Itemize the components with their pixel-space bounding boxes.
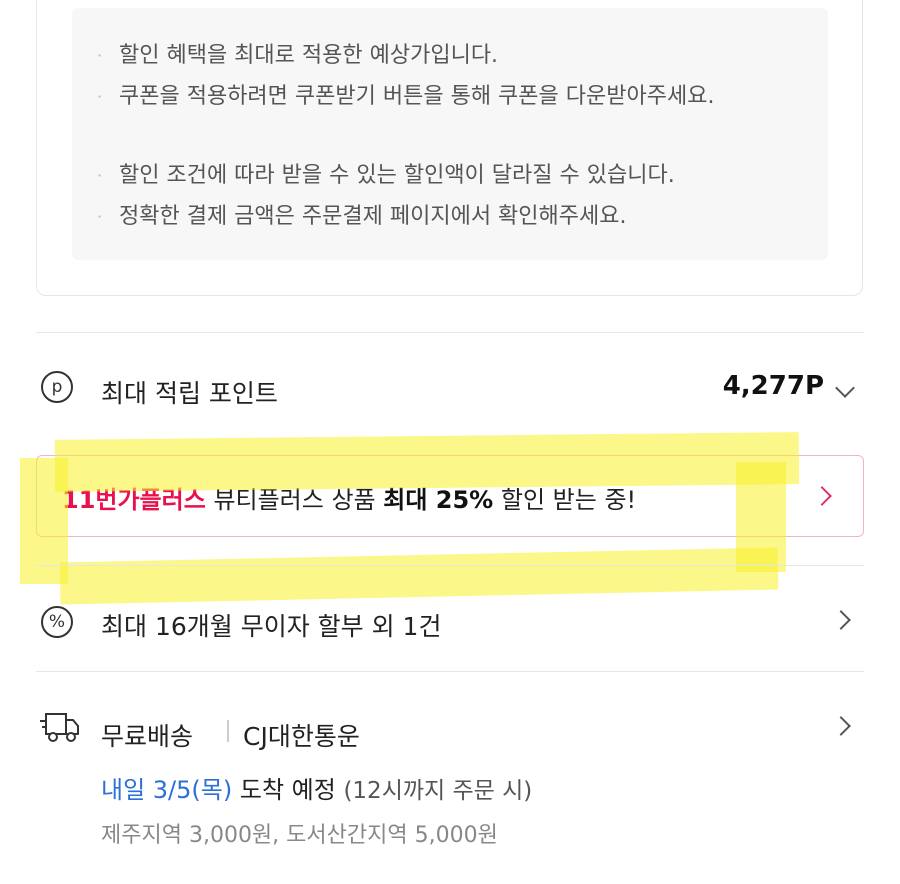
arrival-estimate: 내일 3/5(목) 도착 예정 (12시까지 주문 시) bbox=[101, 776, 533, 804]
chevron-down-icon[interactable] bbox=[835, 378, 855, 398]
carrier-name: CJ대한통운 bbox=[243, 722, 360, 751]
chevron-right-icon[interactable] bbox=[812, 486, 832, 506]
highlighter-mark bbox=[59, 547, 779, 605]
chevron-right-icon[interactable] bbox=[831, 610, 851, 630]
bullet-icon: · bbox=[97, 87, 103, 106]
shipping-label: 무료배송 bbox=[101, 722, 194, 751]
plus-brand-label: 11번가플러스 bbox=[62, 486, 206, 514]
chevron-right-icon[interactable] bbox=[831, 716, 851, 736]
plus-promo-text: 11번가플러스 뷰티플러스 상품 최대 25% 할인 받는 중! bbox=[62, 486, 637, 514]
notice-item: · 할인 혜택을 최대로 적용한 예상가입니다. bbox=[97, 38, 807, 73]
plus-discount-highlight: 최대 25% bbox=[383, 486, 494, 514]
bullet-icon: · bbox=[97, 207, 103, 226]
points-value: 4,277P bbox=[722, 371, 824, 401]
divider bbox=[36, 671, 864, 672]
notice-box: · 할인 혜택을 최대로 적용한 예상가입니다. · 쿠폰을 적용하려면 쿠폰받… bbox=[72, 8, 828, 260]
percent-circle-icon: % bbox=[41, 606, 73, 638]
point-circle-icon: p bbox=[41, 371, 73, 403]
notice-item: · 쿠폰을 적용하려면 쿠폰받기 버튼을 통해 쿠폰을 다운받아주세요. bbox=[97, 79, 807, 114]
arrival-condition: (12시까지 주문 시) bbox=[343, 778, 533, 804]
divider bbox=[36, 565, 864, 566]
divider bbox=[36, 332, 864, 333]
points-label: 최대 적립 포인트 bbox=[101, 379, 278, 408]
plus-promo-banner[interactable]: 11번가플러스 뷰티플러스 상품 최대 25% 할인 받는 중! bbox=[36, 455, 864, 537]
notice-item: · 정확한 결제 금액은 주문결제 페이지에서 확인해주세요. bbox=[97, 199, 807, 234]
arrival-date: 내일 3/5(목) bbox=[101, 776, 233, 804]
regional-fees: 제주지역 3,000원, 도서산간지역 5,000원 bbox=[101, 823, 498, 848]
installment-label: 최대 16개월 무이자 할부 외 1건 bbox=[101, 612, 442, 641]
bullet-icon: · bbox=[97, 46, 103, 65]
notice-item: · 할인 조건에 따라 받을 수 있는 할인액이 달라질 수 있습니다. bbox=[97, 158, 807, 193]
bullet-icon: · bbox=[97, 166, 103, 185]
separator bbox=[227, 720, 229, 742]
delivery-truck-icon bbox=[40, 713, 79, 742]
